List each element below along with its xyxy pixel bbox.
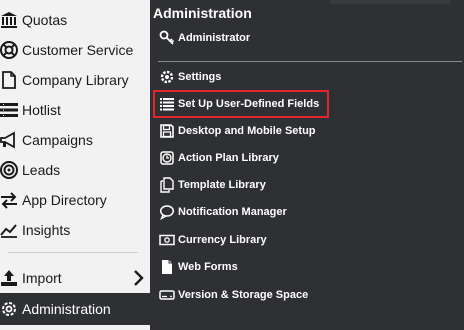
panel-item-label: Web Forms [178,261,238,273]
nav-item-label: App Directory [22,192,107,208]
nav-item-label: Administration [22,301,111,317]
copy-icon [158,176,176,194]
gear-icon [158,68,176,86]
nav-item-label: Customer Service [22,42,134,58]
nav-item-hotlist[interactable]: Hotlist [0,95,150,125]
nav-item-label: Company Library [22,72,129,88]
panel-item-label: Settings [178,71,222,83]
megaphone-icon [0,129,20,151]
panel-item-currency-library[interactable]: Currency Library [158,229,267,251]
bank-icon [0,9,20,31]
file-icon [158,258,176,276]
panel-top-strip [330,0,450,4]
document-icon [0,69,20,91]
panel-item-desktop-and-mobile-setup[interactable]: Desktop and Mobile Setup [158,120,316,142]
nav-item-customer-service[interactable]: Customer Service [0,35,150,65]
panel-item-label: Set Up User-Defined Fields [178,98,320,110]
panel-item-label: Notification Manager [178,206,287,218]
panel-item-template-library[interactable]: Template Library [158,174,266,196]
target-icon [0,159,20,181]
chevron-right-icon [132,269,146,287]
nav-item-administration[interactable]: Administration [0,293,150,325]
main-navigation: Quotas Customer Service Company Library … [0,0,150,330]
nav-item-label: Campaigns [22,132,93,148]
administration-flyout: Administration Administrator Settings Se… [150,0,464,330]
panel-item-web-forms[interactable]: Web Forms [158,256,238,278]
list-icon [0,99,20,121]
nav-item-quotas[interactable]: Quotas [0,5,150,35]
money-icon [158,231,176,249]
arrows-icon [0,189,20,211]
panel-item-settings[interactable]: Settings [158,66,221,88]
panel-item-set-up-user-defined-fields[interactable]: Set Up User-Defined Fields [158,93,319,115]
panel-title: Administration [153,5,252,21]
nav-item-leads[interactable]: Leads [0,155,150,185]
chart-line-icon [0,219,20,241]
panel-item-label: Currency Library [178,234,267,246]
nav-item-app-directory[interactable]: App Directory [0,185,150,215]
nav-item-label: Hotlist [22,102,61,118]
nav-divider [8,252,138,253]
panel-item-label: Action Plan Library [178,152,279,164]
panel-item-label: Version & Storage Space [178,289,309,301]
panel-item-label: Administrator [178,32,251,44]
nav-item-label: Insights [22,222,71,238]
nav-item-label: Leads [22,162,61,178]
key-icon [158,29,176,47]
nav-item-label: Quotas [22,12,68,28]
panel-item-administrator[interactable]: Administrator [158,27,250,49]
panel-item-version-storage-space[interactable]: Version & Storage Space [158,284,308,306]
list-icon [158,95,176,113]
upload-icon [0,267,20,289]
panel-item-label: Template Library [178,179,266,191]
nav-item-insights[interactable]: Insights [0,215,150,245]
speech-bubble-icon [158,203,176,221]
panel-item-action-plan-library[interactable]: Action Plan Library [158,147,279,169]
panel-item-label: Desktop and Mobile Setup [178,125,316,137]
gear-icon [0,298,20,320]
nav-item-import[interactable]: Import [0,263,150,293]
clock-icon [158,149,176,167]
panel-item-notification-manager[interactable]: Notification Manager [158,201,287,223]
storage-icon [158,286,176,304]
nav-item-label: Import [22,270,62,286]
nav-item-company-library[interactable]: Company Library [0,65,150,95]
lifebuoy-icon [0,39,20,61]
nav-item-campaigns[interactable]: Campaigns [0,125,150,155]
panel-divider [158,61,462,62]
save-icon [158,122,176,140]
